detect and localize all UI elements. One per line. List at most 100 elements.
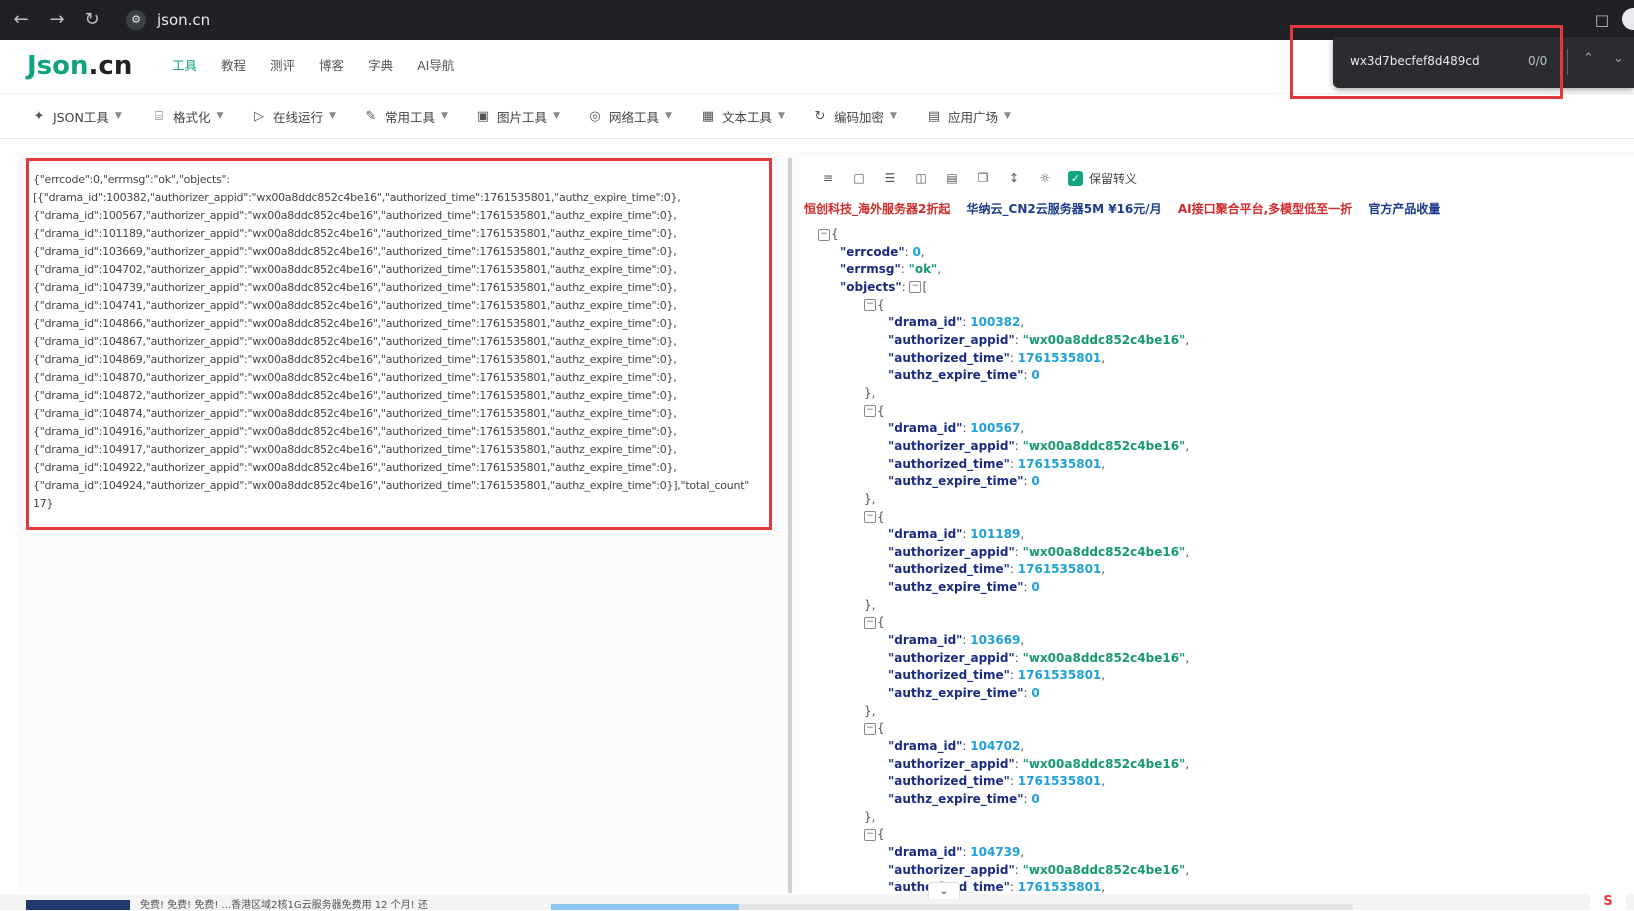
appid-value: "wx00a8ddc852c4be16"	[1022, 438, 1186, 453]
keep-escape-label: 保留转义	[1089, 171, 1138, 186]
nav-reviews[interactable]: 测评	[270, 57, 295, 75]
site-settings-icon[interactable]: ⚙	[126, 10, 146, 30]
chevron-down-icon: ▼	[890, 111, 897, 121]
drama-id-value: 101189	[970, 527, 1021, 542]
collapse-toggle-icon[interactable]: −	[864, 616, 876, 629]
copy-icon[interactable]: ❐	[973, 168, 993, 188]
ad-link[interactable]: 官方产品收量	[1368, 202, 1440, 216]
ad-link[interactable]: AI接口聚合平台,多模型低至一折	[1178, 202, 1352, 216]
tool-encoding[interactable]: ↻ 编码加密 ▼	[812, 94, 897, 138]
tree-line: "authz_expire_time": 0	[888, 368, 1040, 383]
appid-value: "wx00a8ddc852c4be16"	[1022, 756, 1186, 771]
tree-line: "authorized_time": 1761535801,	[888, 456, 1106, 471]
check-icon[interactable]: ✓	[1068, 170, 1083, 186]
tool-network[interactable]: ◎ 网络工具 ▼	[587, 94, 672, 138]
errcode-value: 0	[912, 244, 921, 259]
tool-label: 文本工具	[722, 109, 773, 125]
chevron-down-icon: ▼	[114, 111, 122, 121]
ad-link[interactable]: 恒创科技_海外服务器2折起	[804, 202, 950, 216]
tool-text[interactable]: ▦ 文本工具 ▼	[700, 94, 785, 138]
tree-line: },	[864, 809, 876, 824]
reload-icon[interactable]: ↻	[80, 8, 104, 32]
tool-label: 在线运行	[273, 109, 324, 125]
json-input-textarea[interactable]: {"errcode":0,"errmsg":"ok","objects": [{…	[26, 158, 772, 530]
bottom-banner: 免费! 免费! 免费! ...香港区域2核1G云服务器免费用 12 个月! 还 …	[0, 894, 1634, 911]
layers-icon[interactable]: ≡	[818, 168, 838, 188]
sogou-icon[interactable]: S	[1590, 894, 1626, 910]
keep-escape-toggle[interactable]: ✓ 保留转义	[1068, 170, 1137, 187]
scroll-down-icon[interactable]: ⌄	[928, 882, 960, 899]
find-next-icon[interactable]: ⌄	[1613, 51, 1624, 66]
authorized-time-value: 1761535801	[1017, 774, 1102, 789]
page-search-icon[interactable]: □	[1592, 8, 1612, 32]
banner-image[interactable]	[26, 900, 130, 910]
tree-line: },	[864, 491, 876, 506]
tool-format[interactable]: ⌸ 格式化 ▼	[151, 94, 223, 138]
chevron-down-icon: ▼	[216, 111, 224, 121]
raw-json-line: [{"drama_id":100382,"authorizer_appid":"…	[33, 191, 681, 204]
tool-label: JSON工具	[53, 109, 109, 125]
collapse-toggle-icon[interactable]: −	[864, 405, 876, 418]
tree-line: −{	[818, 720, 1189, 738]
file-code-icon[interactable]: □	[849, 168, 869, 188]
lightbulb-icon[interactable]: ☼	[1035, 168, 1055, 188]
chevron-down-icon: ▼	[553, 111, 560, 121]
site-logo[interactable]: Json.cn	[27, 51, 132, 81]
app-store-icon: ▤	[927, 108, 941, 124]
banner-progress-fill	[551, 904, 739, 910]
collapse-toggle-icon[interactable]: −	[864, 722, 876, 735]
authorized-time-value: 1761535801	[1017, 456, 1102, 471]
collapse-toggle-icon[interactable]: −	[818, 228, 830, 241]
address-bar[interactable]: json.cn	[157, 9, 210, 31]
raw-json-line: {"drama_id":100567,"authorizer_appid":"w…	[33, 209, 677, 222]
panel-resize-handle[interactable]	[788, 158, 792, 893]
json-input-panel: {"errcode":0,"errmsg":"ok","objects": [{…	[26, 158, 772, 858]
profile-avatar[interactable]	[1622, 8, 1634, 30]
nav-ai-navigation[interactable]: AI导航	[417, 57, 454, 75]
nav-tools[interactable]: 工具	[172, 57, 197, 75]
compress-icon[interactable]: ↕	[1004, 168, 1024, 188]
expire-time-value: 0	[1031, 792, 1040, 806]
ad-link[interactable]: 华纳云_CN2云服务器5M ¥16元/月	[967, 202, 1162, 216]
tree-line: −{	[818, 297, 1189, 315]
raw-json-line: {"drama_id":103669,"authorizer_appid":"w…	[33, 245, 677, 258]
ad-links-row: 恒创科技_海外服务器2折起 华纳云_CN2云服务器5M ¥16元/月 AI接口聚…	[804, 200, 1452, 217]
tool-run-online[interactable]: ▷ 在线运行 ▼	[251, 94, 336, 138]
find-query[interactable]: wx3d7becfef8d489cd	[1350, 54, 1480, 68]
back-icon[interactable]: ←	[9, 8, 33, 32]
trash-icon[interactable]: ◫	[911, 168, 931, 188]
raw-json-line: {"drama_id":104917,"authorizer_appid":"w…	[33, 443, 677, 456]
tool-app-store[interactable]: ▤ 应用广场 ▼	[926, 94, 1011, 138]
expire-time-value: 0	[1031, 580, 1040, 595]
tree-line: "authz_expire_time": 0	[888, 474, 1040, 489]
collapse-toggle-icon[interactable]: −	[864, 299, 876, 312]
tree-line: "authorized_time": 1761535801,	[888, 774, 1106, 789]
tool-common[interactable]: ✎ 常用工具 ▼	[363, 94, 448, 138]
file-export-icon[interactable]: ▤	[942, 168, 962, 188]
nav-dictionary[interactable]: 字典	[368, 57, 393, 75]
appid-value: "wx00a8ddc852c4be16"	[1022, 332, 1186, 347]
sparkle-icon: ✦	[33, 108, 45, 124]
forward-icon[interactable]: →	[45, 8, 69, 32]
nav-blog[interactable]: 博客	[319, 57, 344, 75]
tree-line: "authorized_time": 1761535801,	[888, 350, 1106, 365]
tree-line: "errmsg": "ok",	[840, 262, 942, 277]
authorized-time-value: 1761535801	[1017, 668, 1102, 683]
list-ordered-icon[interactable]: ☰	[880, 168, 900, 188]
json-tree: −{ "errcode": 0, "errmsg": "ok", "object…	[818, 226, 1189, 893]
tree-line: "authorized_time": 1761535801,	[888, 562, 1106, 577]
tree-line: "objects": −[	[840, 279, 928, 294]
raw-json-line: {"drama_id":104874,"authorizer_appid":"w…	[33, 407, 677, 420]
raw-json-line: {"drama_id":104872,"authorizer_appid":"w…	[33, 389, 677, 402]
find-match-count: 0/0	[1528, 54, 1548, 68]
collapse-toggle-icon[interactable]: −	[909, 281, 922, 294]
tree-line: "authorizer_appid": "wx00a8ddc852c4be16"…	[888, 756, 1190, 771]
tool-image[interactable]: ▣ 图片工具 ▼	[475, 94, 560, 138]
collapse-toggle-icon[interactable]: −	[864, 828, 876, 841]
find-previous-icon[interactable]: ⌃	[1583, 51, 1594, 66]
nav-tutorials[interactable]: 教程	[221, 57, 246, 75]
promo-text[interactable]: 免费! 免费! 免费! ...香港区域2核1G云服务器免费用 12 个月! 还	[140, 896, 428, 911]
tool-json[interactable]: ✦ JSON工具 ▼	[31, 94, 122, 138]
logo-json: Json	[27, 51, 89, 81]
collapse-toggle-icon[interactable]: −	[864, 511, 876, 523]
